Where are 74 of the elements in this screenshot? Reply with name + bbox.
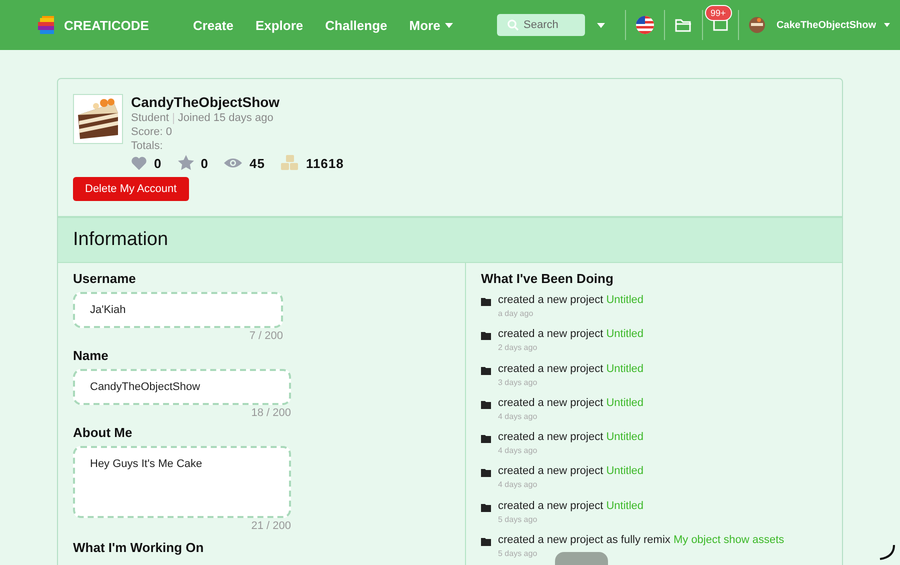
caret-icon[interactable]	[884, 23, 890, 27]
coins-icon	[280, 155, 299, 171]
section-title: Information	[73, 229, 168, 250]
character-counter: 18 / 200	[250, 407, 291, 419]
joined-label: Joined 15 days ago	[178, 112, 274, 124]
text-field[interactable]: CandyTheObjectShow	[73, 369, 291, 405]
search-icon	[506, 19, 519, 31]
folder-icon	[481, 469, 491, 478]
stat-value: 0	[200, 156, 208, 170]
folder-icon	[481, 332, 491, 340]
activity-text: created a new project as fully remix My object show assets	[498, 534, 784, 546]
eye-icon	[224, 157, 242, 169]
caret-icon	[445, 22, 454, 28]
project-link[interactable]: Untitled	[606, 465, 644, 478]
stat-value: 45	[249, 156, 265, 170]
project-link[interactable]: Untitled	[606, 431, 644, 444]
role-label: Student	[131, 112, 169, 124]
folder-icon[interactable]	[674, 18, 692, 32]
nav-link[interactable]: Explore	[255, 18, 304, 32]
nav-link[interactable]: Challenge	[325, 18, 388, 32]
about-field[interactable]: Hey Guys It's Me Cake	[73, 446, 291, 518]
activity-title: What I've Been Doing	[481, 271, 614, 286]
search-field[interactable]: Search	[496, 14, 585, 36]
activity-time: 5 days ago	[498, 514, 538, 524]
activity-text: created a new project Untitled	[498, 362, 644, 375]
score-label: Score: 0	[131, 126, 173, 138]
user-name[interactable]: CakeTheObjectShow	[776, 20, 876, 30]
activity-time: 3 days ago	[498, 378, 538, 387]
activity-text: created a new project Untitled	[498, 500, 644, 512]
project-link[interactable]: Untitled	[606, 396, 644, 409]
project-link[interactable]: Untitled	[606, 500, 644, 512]
project-link[interactable]: Untitled	[606, 362, 644, 375]
activity-time: 4 days ago	[498, 446, 538, 456]
activity-text: created a new project Untitled	[498, 465, 644, 478]
notification-badge: 99+	[704, 5, 732, 21]
field-label: Name	[73, 348, 110, 363]
flag-icon[interactable]	[636, 16, 654, 34]
activity-time: 2 days ago	[498, 343, 538, 352]
character-counter: 7 / 200	[248, 330, 283, 342]
character-counter: 21 / 200	[250, 520, 291, 532]
activity-time: 4 days ago	[498, 412, 538, 421]
activity-text: created a new project Untitled	[498, 431, 644, 444]
logo-text[interactable]: CREATICODE	[64, 18, 149, 32]
activity-time: 5 days ago	[498, 549, 538, 558]
folder-icon	[481, 400, 491, 409]
activity-text: created a new project Untitled	[498, 328, 644, 340]
loading-spinner	[878, 543, 896, 561]
heart-icon	[131, 156, 147, 170]
text-field[interactable]: Ja'Kiah	[73, 292, 283, 328]
avatar[interactable]	[748, 17, 765, 33]
folder-icon	[481, 435, 491, 444]
totals-label: Totals:	[131, 140, 164, 152]
star-icon	[178, 155, 194, 171]
activity-time: a day ago	[498, 309, 534, 318]
project-link[interactable]: Untitled	[606, 294, 644, 306]
delete-account-button[interactable]: Delete My Account	[73, 177, 189, 201]
profile-name: CandyTheObjectShow	[131, 94, 281, 110]
folder-icon	[481, 504, 491, 512]
stat-value: 11618	[306, 156, 344, 170]
nav-link[interactable]: More	[409, 18, 454, 32]
field-label: What I'm Working On	[73, 540, 205, 555]
folder-icon	[481, 298, 491, 306]
stat-value: 0	[154, 156, 162, 170]
folder-icon	[481, 538, 491, 546]
activity-text: created a new project Untitled	[498, 294, 644, 306]
folder-icon	[481, 366, 491, 375]
field-label: About Me	[73, 425, 134, 440]
activity-text: created a new project Untitled	[498, 396, 644, 409]
project-link[interactable]: My object show assets	[673, 534, 784, 546]
activity-time: 4 days ago	[498, 480, 538, 490]
project-link[interactable]: Untitled	[606, 328, 644, 340]
nav-link[interactable]: Create	[192, 18, 234, 32]
field-label: Username	[73, 271, 137, 286]
caret-icon[interactable]	[596, 22, 605, 28]
